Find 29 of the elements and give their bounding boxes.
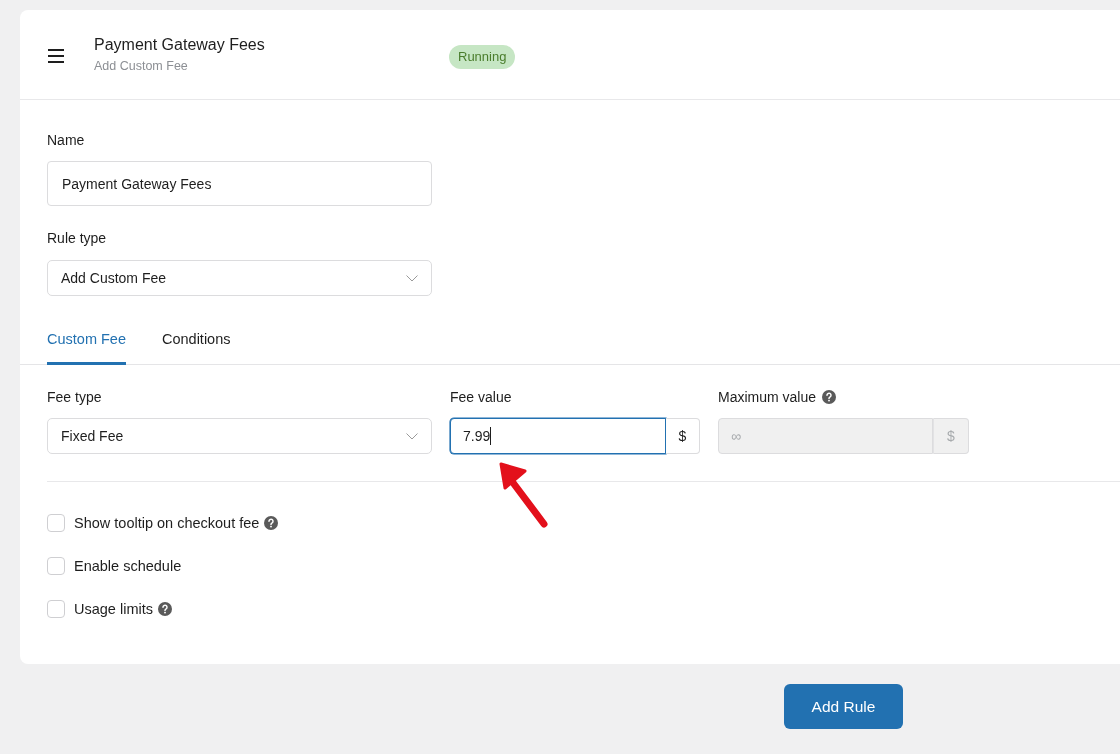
- fee-type-select[interactable]: Fixed Fee: [47, 418, 432, 454]
- tab[interactable]: Custom Fee: [47, 316, 126, 365]
- checkbox[interactable]: [47, 514, 65, 532]
- page-title: Payment Gateway Fees: [94, 35, 266, 55]
- status-badge: Running: [449, 44, 516, 69]
- currency-addon: $: [933, 418, 969, 454]
- checkbox-label: Usage limits: [74, 600, 153, 619]
- chevron-down-icon: [406, 432, 418, 440]
- field-label: Rule type: [47, 229, 107, 248]
- fee-value-input[interactable]: 7.99: [450, 418, 666, 454]
- add-rule-button[interactable]: Add Rule: [784, 684, 903, 729]
- chevron-down-icon: [406, 274, 418, 282]
- annotation-arrow: [497, 462, 551, 530]
- help-icon[interactable]: [157, 602, 172, 616]
- field-label: Maximum value: [718, 388, 817, 407]
- name-input[interactable]: Payment Gateway Fees: [47, 161, 432, 206]
- checkbox-label: Show tooltip on checkout fee: [74, 514, 260, 533]
- checkbox-label: Enable schedule: [74, 557, 182, 576]
- help-icon[interactable]: [264, 516, 279, 530]
- field-label: Fee type: [47, 388, 102, 407]
- checkbox[interactable]: [47, 600, 65, 618]
- rule-type-select[interactable]: Add Custom Fee: [47, 260, 432, 296]
- field-label: Fee value: [450, 388, 512, 407]
- page-subtitle: Add Custom Fee: [94, 58, 189, 74]
- checkbox[interactable]: [47, 557, 65, 575]
- currency-addon: $: [666, 418, 700, 454]
- tab[interactable]: Conditions: [162, 316, 231, 365]
- field-label: Name: [47, 131, 85, 150]
- menu-icon[interactable]: [48, 48, 64, 63]
